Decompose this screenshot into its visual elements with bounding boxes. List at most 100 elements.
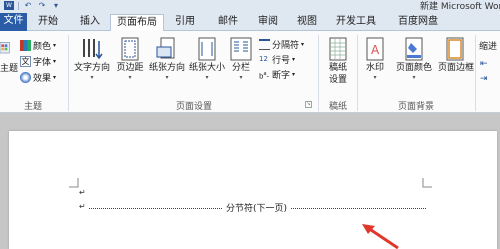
watermark-label: 水印: [365, 63, 384, 73]
themes-icon: [0, 42, 10, 54]
columns-icon: [230, 37, 252, 61]
effects-icon: [20, 72, 31, 83]
indent-label: 缩进: [479, 42, 498, 52]
watermark-icon: A: [366, 37, 384, 61]
group-separator: [475, 35, 476, 111]
breaks-button[interactable]: 分隔符 ▾: [259, 38, 304, 51]
tab-developer[interactable]: 开发工具: [330, 14, 382, 31]
margins-label: 页边距: [116, 63, 144, 73]
qat-separator: [18, 1, 19, 10]
dropdown-arrow-icon: ▾: [239, 74, 243, 81]
paragraph-mark: ↵: [79, 202, 86, 211]
tab-file[interactable]: 文件: [0, 13, 27, 31]
orientation-icon: [156, 37, 175, 59]
text-direction-label: 文字方向: [73, 63, 110, 73]
group-separator: [357, 35, 358, 111]
line-numbers-button[interactable]: 12 行号 ▾: [259, 53, 295, 66]
dropdown-arrow-icon: ▾: [292, 71, 296, 78]
themes-label: 主题: [0, 64, 19, 74]
hyphenation-icon: ba-: [259, 71, 270, 81]
ribbon: 主题 颜色 ▾ 文 字体 ▾ 效果 ▾ 主题 文字方向 ▾ 页边距 ▾ 纸张方向…: [0, 31, 500, 113]
theme-group-label: 主题: [23, 102, 42, 112]
fonts-icon: 文: [20, 56, 31, 67]
margins-button[interactable]: 页边距 ▾: [113, 37, 147, 93]
dropdown-arrow-icon: ▾: [292, 56, 296, 63]
group-separator: [318, 35, 319, 111]
indent-right-icon[interactable]: ⇥: [480, 72, 488, 85]
line-numbers-label: 行号: [272, 56, 291, 66]
text-direction-icon: [83, 39, 103, 60]
page-color-icon: [405, 37, 423, 61]
red-arrow-annotation: [362, 224, 399, 249]
manuscript-icon: [329, 37, 347, 61]
ribbon-tab-strip: 文件 开始 插入 页面布局 引用 邮件 审阅 视图 开发工具 百度网盘: [0, 11, 500, 32]
page-borders-label: 页面边框: [438, 63, 475, 73]
page-color-label: 页面颜色: [395, 63, 432, 73]
margins-icon: [121, 37, 139, 61]
watermark-button[interactable]: A 水印 ▾: [360, 37, 390, 93]
title-bar: W ↶ ↷ ▾ 新建 Microsoft Word 文: [0, 0, 500, 12]
redo-icon[interactable]: ↷: [37, 1, 47, 10]
quick-access-toolbar: W ↶ ↷ ▾: [4, 0, 61, 11]
dropdown-arrow-icon: ▾: [53, 42, 57, 49]
dropdown-arrow-icon: ▾: [128, 74, 132, 81]
dropdown-arrow-icon: ▾: [373, 74, 377, 81]
tab-page-layout[interactable]: 页面布局: [110, 14, 164, 32]
undo-icon[interactable]: ↶: [23, 1, 33, 10]
paragraph-mark: ↵: [79, 188, 86, 197]
theme-fonts-label: 字体: [33, 58, 52, 68]
margin-corner-mark-left: [69, 178, 79, 188]
breaks-label: 分隔符: [272, 41, 300, 51]
dropdown-arrow-icon: ▾: [53, 74, 57, 81]
hyphenation-label: 断字: [272, 71, 291, 81]
page-size-label: 纸张大小: [188, 63, 225, 73]
dropdown-arrow-icon: ▾: [53, 58, 57, 65]
breaks-icon: [259, 39, 270, 50]
svg-text:A: A: [371, 43, 380, 57]
page-borders-icon: [446, 37, 464, 61]
section-break-label[interactable]: 分节符(下一页): [223, 201, 291, 214]
word-logo-icon: W: [4, 1, 14, 10]
themes-button[interactable]: 主题: [0, 37, 19, 93]
dropdown-arrow-icon: ▾: [205, 74, 209, 81]
orientation-button[interactable]: 纸张方向 ▾: [148, 37, 186, 93]
indent-left-icon[interactable]: ⇤: [480, 57, 488, 70]
dropdown-arrow-icon: ▾: [301, 41, 305, 48]
theme-fonts-button[interactable]: 文 字体 ▾: [20, 55, 56, 68]
theme-effects-button[interactable]: 效果 ▾: [20, 71, 56, 84]
columns-button[interactable]: 分栏 ▾: [228, 37, 254, 93]
theme-colors-label: 颜色: [33, 42, 52, 52]
theme-effects-label: 效果: [33, 74, 52, 84]
manuscript-label-line2: 设置: [328, 75, 347, 85]
theme-colors-button[interactable]: 颜色 ▾: [20, 39, 56, 52]
tab-home[interactable]: 开始: [30, 14, 66, 31]
tab-baidu-netdisk[interactable]: 百度网盘: [392, 14, 444, 31]
colors-icon: [20, 40, 31, 51]
tab-review[interactable]: 审阅: [251, 14, 285, 31]
page-size-button[interactable]: 纸张大小 ▾: [188, 37, 226, 93]
margin-corner-mark-right: [422, 178, 432, 188]
manuscript-group-label: 稿纸: [328, 102, 347, 112]
tab-insert[interactable]: 插入: [73, 14, 107, 31]
tab-view[interactable]: 视图: [290, 14, 324, 31]
tab-references[interactable]: 引用: [168, 14, 202, 31]
tab-mailings[interactable]: 邮件: [211, 14, 245, 31]
line-numbers-icon: 12: [259, 55, 268, 63]
page-color-button[interactable]: 页面颜色 ▾: [391, 37, 437, 93]
page-setup-group-label: 页面设置: [175, 102, 212, 112]
page-size-icon: [198, 37, 216, 61]
manuscript-label-line1: 稿纸: [328, 63, 347, 73]
dropdown-arrow-icon: ▾: [165, 74, 169, 81]
group-separator: [68, 35, 69, 111]
dropdown-arrow-icon: ▾: [412, 74, 416, 81]
orientation-label: 纸张方向: [148, 63, 185, 73]
customize-qat-icon[interactable]: ▾: [51, 1, 61, 10]
page-setup-launcher-icon[interactable]: ↘: [305, 101, 312, 108]
hyphenation-button[interactable]: ba- 断字 ▾: [259, 68, 295, 81]
page-borders-button[interactable]: 页面边框: [438, 37, 475, 93]
text-direction-button[interactable]: 文字方向 ▾: [72, 37, 112, 93]
dropdown-arrow-icon: ▾: [90, 74, 94, 81]
manuscript-settings-button[interactable]: 稿纸 设置: [322, 37, 354, 93]
columns-label: 分栏: [231, 63, 250, 73]
page-background-group-label: 页面背景: [397, 102, 434, 112]
